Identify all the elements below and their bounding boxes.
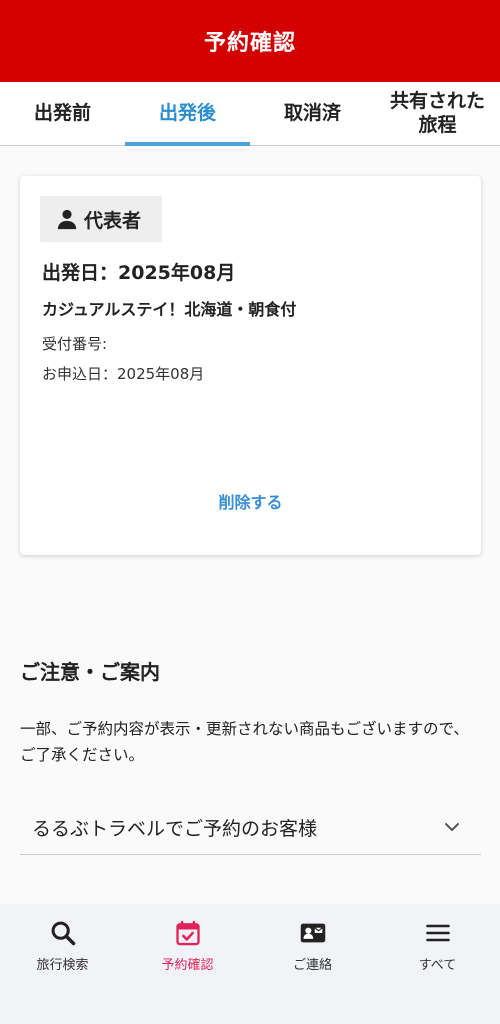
search-icon (48, 918, 78, 948)
app-header: 予約確認 (0, 0, 500, 82)
nav-contact-label: ご連絡 (292, 958, 332, 973)
nav-travel-search-label: 旅行検索 (36, 958, 89, 973)
nav-all-label: すべて (418, 958, 457, 973)
tab-after-departure[interactable]: 出発後 (125, 82, 250, 146)
reservation-card: 代表者 出発日：2025年08月 カジュアルステイ！北海道・朝食付 受付番号: … (20, 176, 481, 555)
plan-name: カジュアルステイ！北海道・朝食付 (42, 300, 297, 319)
menu-icon (423, 918, 453, 948)
page-title: 予約確認 (203, 31, 296, 56)
notice-text: 一部、ご予約内容が表示・更新されない商品もございますので、ご了承ください。 (20, 720, 469, 764)
person-icon (57, 209, 77, 230)
bottom-navigation: 旅行検索 予約確認 ご連絡 すべて (0, 904, 500, 1024)
reception-number: 受付番号: (42, 335, 108, 353)
contact-card-icon (298, 918, 328, 948)
nav-reservation-check-label: 予約確認 (161, 958, 214, 973)
representative-badge: 代表者 (40, 196, 162, 242)
tab-before-departure[interactable]: 出発前 (0, 82, 125, 145)
delete-button[interactable]: 削除する (20, 489, 481, 513)
nav-contact[interactable]: ご連絡 (250, 904, 375, 1024)
reservation-tabs: 出発前 出発後 取消済 共有された旅程 (0, 82, 500, 146)
tab-shared-itinerary[interactable]: 共有された旅程 (375, 82, 500, 145)
accordion-label: るるぶトラベルでご予約のお客様 (32, 817, 318, 840)
notice-heading: ご注意・ご案内 (20, 660, 160, 684)
departure-date: 出発日：2025年08月 (42, 262, 236, 284)
representative-label: 代表者 (84, 209, 142, 232)
nav-all[interactable]: すべて (375, 904, 500, 1024)
application-date: お申込日：2025年08月 (42, 365, 205, 383)
tab-cancelled[interactable]: 取消済 (250, 82, 375, 145)
chevron-down-icon (445, 823, 459, 831)
calendar-check-icon (173, 918, 203, 948)
nav-reservation-check[interactable]: 予約確認 (125, 904, 250, 1024)
nav-travel-search[interactable]: 旅行検索 (0, 904, 125, 1024)
rurubu-accordion[interactable]: るるぶトラベルでご予約のお客様 (20, 800, 481, 855)
